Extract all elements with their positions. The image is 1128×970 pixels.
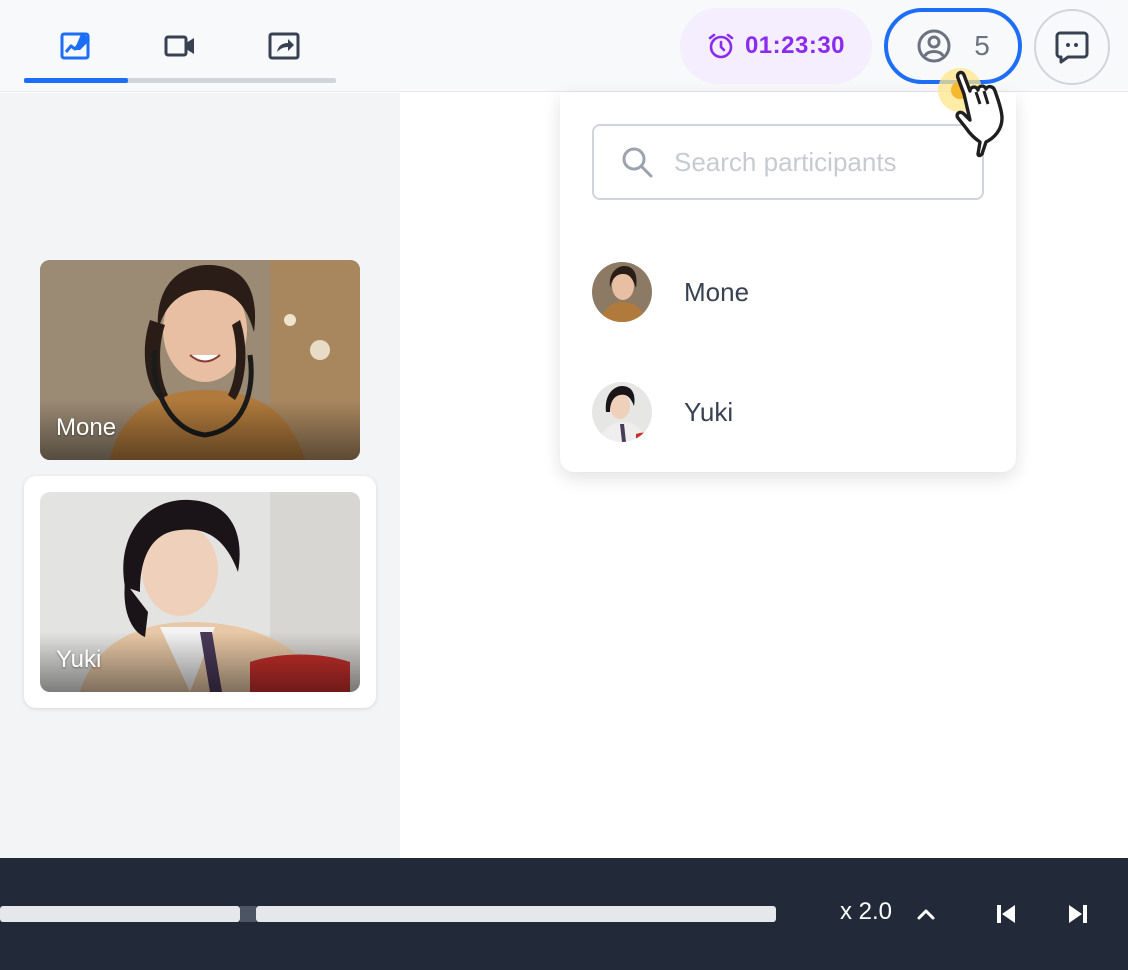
chat-bubble-icon [1055, 31, 1089, 64]
alarm-clock-icon [708, 33, 734, 59]
session-timer: 01:23:30 [680, 8, 872, 84]
participants-count: 5 [974, 30, 990, 61]
speed-up-button[interactable] [910, 898, 942, 930]
tile-name-label: Mone [56, 414, 117, 441]
tab-video[interactable] [160, 26, 200, 66]
user-circle-icon [917, 29, 951, 63]
participant-tile-yuki[interactable]: Yuki [40, 492, 360, 692]
chart-edit-icon [60, 32, 90, 60]
skip-previous-button[interactable] [990, 898, 1022, 930]
search-icon [622, 147, 653, 178]
chevron-up-icon [917, 909, 935, 920]
participant-search-box[interactable] [592, 124, 984, 200]
tab-active-indicator [24, 78, 128, 83]
share-screen-icon [268, 32, 300, 60]
progress-segment-played[interactable] [0, 906, 240, 922]
tab-share[interactable] [264, 26, 304, 66]
skip-previous-icon [997, 905, 1015, 923]
avatar-image-mone [592, 262, 652, 322]
timer-text: 01:23:30 [744, 32, 846, 59]
avatar [592, 382, 652, 442]
participant-search-input[interactable] [674, 146, 974, 178]
participant-name: Mone [684, 276, 750, 307]
progress-gap [240, 906, 256, 922]
participant-tile-mone[interactable]: Mone [40, 260, 360, 460]
tile-name-label: Yuki [56, 646, 102, 673]
avatar-image-yuki [592, 382, 652, 442]
skip-next-icon [1069, 905, 1087, 923]
progress-segment-remaining[interactable] [256, 906, 776, 922]
participant-list-item-mone[interactable]: Mone [592, 262, 749, 322]
participant-list-item-yuki[interactable]: Yuki [592, 382, 733, 442]
participant-tiles-panel: Mone Yuki [0, 93, 400, 858]
participants-dropdown: Mone Yuki [560, 92, 1016, 472]
top-bar: 01:23:30 5 [0, 0, 1128, 92]
participant-name: Yuki [684, 396, 734, 427]
chat-button[interactable] [1034, 9, 1110, 85]
tab-whiteboard[interactable] [56, 26, 96, 66]
video-camera-icon [164, 35, 194, 57]
participants-button[interactable]: 5 [884, 8, 1022, 84]
playback-speed-label[interactable]: x 2.0 [840, 898, 892, 926]
avatar [592, 262, 652, 322]
playback-bar: x 2.0 [0, 858, 1128, 970]
skip-next-button[interactable] [1062, 898, 1094, 930]
